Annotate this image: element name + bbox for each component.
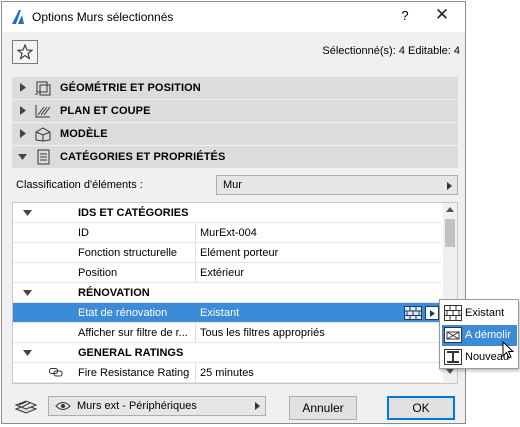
title-bar: Options Murs sélectionnés ? ✕ [2,2,465,32]
collapsed-triangle-icon [20,129,26,138]
column-divider [195,223,196,243]
scroll-down-icon[interactable] [446,369,454,374]
archicad-app-icon [12,10,24,24]
table-row[interactable]: Fonction structurelle Elément porteur [13,243,441,263]
star-icon [17,44,33,60]
window-title: Options Murs sélectionnés [32,10,174,24]
table-row-selected[interactable]: Etat de rénovation Existant [13,303,441,323]
group-label: GENERAL RATINGS [78,347,184,359]
property-name: Afficher sur filtre de r... [78,327,188,339]
help-button[interactable]: ? [396,8,414,23]
view-settings-value: Murs ext - Périphériques [77,400,197,412]
classification-select[interactable]: Mur [216,175,458,195]
chevron-right-icon [430,310,435,317]
favorites-button[interactable] [12,40,38,64]
expanded-triangle-icon [18,154,27,160]
column-divider [195,263,196,283]
group-row-general-ratings[interactable]: GENERAL RATINGS [13,343,441,363]
section-categories-proprietes[interactable]: CATÉGORIES ET PROPRIÉTÉS [12,146,458,168]
table-row[interactable]: Afficher sur filtre de r... Tous les fil… [13,323,441,343]
column-divider [195,363,196,383]
section-plan-coupe[interactable]: PLAN ET COUPE [12,100,458,122]
scroll-up-icon[interactable] [446,207,454,212]
property-name: Etat de rénovation [78,307,168,319]
categories-icon [37,149,50,165]
plan-section-icon [35,105,51,118]
mouse-cursor-icon [502,341,514,359]
property-name: Position [78,267,118,279]
section-label: PLAN ET COUPE [60,105,151,117]
cancel-button[interactable]: Annuler [289,396,357,420]
renovation-dropdown-button[interactable] [425,306,439,320]
menu-item-label: Existant [465,307,505,319]
expanded-triangle-icon [23,290,32,296]
property-value[interactable]: Elément porteur [200,247,278,259]
property-value[interactable]: Tous les filtres appropriés [200,327,325,339]
ok-button[interactable]: OK [387,396,455,420]
geometry-icon [35,81,51,96]
section-label: CATÉGORIES ET PROPRIÉTÉS [60,151,226,163]
chevron-right-icon [255,402,260,410]
expanded-triangle-icon [23,210,32,216]
column-divider [195,243,196,263]
view-settings-select[interactable]: Murs ext - Périphériques [48,396,266,416]
classification-value: Mur [223,179,242,191]
existing-brick-icon [444,305,462,321]
menu-item-existant[interactable]: Existant [442,303,517,324]
group-row-renovation[interactable]: RÉNOVATION [13,283,441,303]
chevron-right-icon [447,182,452,190]
eye-icon [55,402,71,410]
group-label: IDS ET CATÉGORIES [78,207,189,219]
expanded-triangle-icon [23,350,32,356]
group-row-ids-categories[interactable]: IDS ET CATÉGORIES [13,203,441,223]
property-value[interactable]: 25 minutes [200,367,254,379]
section-modele[interactable]: MODÈLE [12,123,458,145]
property-name: ID [78,227,89,239]
group-label: RÉNOVATION [78,287,150,299]
property-name: Fonction structurelle [78,247,178,259]
menu-item-label: A démolir [465,329,511,341]
section-label: GÉOMÉTRIE ET POSITION [60,82,201,94]
link-icon [49,368,63,377]
section-geometry-position[interactable]: GÉOMÉTRIE ET POSITION [12,77,458,99]
table-row[interactable]: Position Extérieur [13,263,441,283]
section-label: MODÈLE [60,128,108,140]
layers-icon [14,400,38,414]
column-divider [195,323,196,343]
table-row[interactable]: Fire Resistance Rating 25 minutes [13,363,441,383]
selection-count: Sélectionné(s): 4 Editable: 4 [322,45,460,57]
close-button[interactable]: ✕ [430,5,454,25]
property-name: Fire Resistance Rating [78,367,190,379]
collapsed-triangle-icon [20,106,26,115]
property-value[interactable]: Existant [200,307,239,319]
classification-label: Classification d'éléments : [16,179,143,191]
property-value[interactable]: Extérieur [200,267,244,279]
scrollbar-thumb[interactable] [445,219,455,247]
collapsed-triangle-icon [20,83,26,92]
demolish-icon [444,327,462,343]
property-grid: IDS ET CATÉGORIES ID MurExt-004 Fonction… [12,202,458,384]
model-icon [35,127,51,142]
options-dialog: Options Murs sélectionnés ? ✕ Sélectionn… [1,1,466,424]
table-row[interactable]: ID MurExt-004 [13,223,441,243]
new-element-icon [444,349,462,365]
brick-wall-icon [404,306,422,320]
property-value[interactable]: MurExt-004 [200,227,257,239]
